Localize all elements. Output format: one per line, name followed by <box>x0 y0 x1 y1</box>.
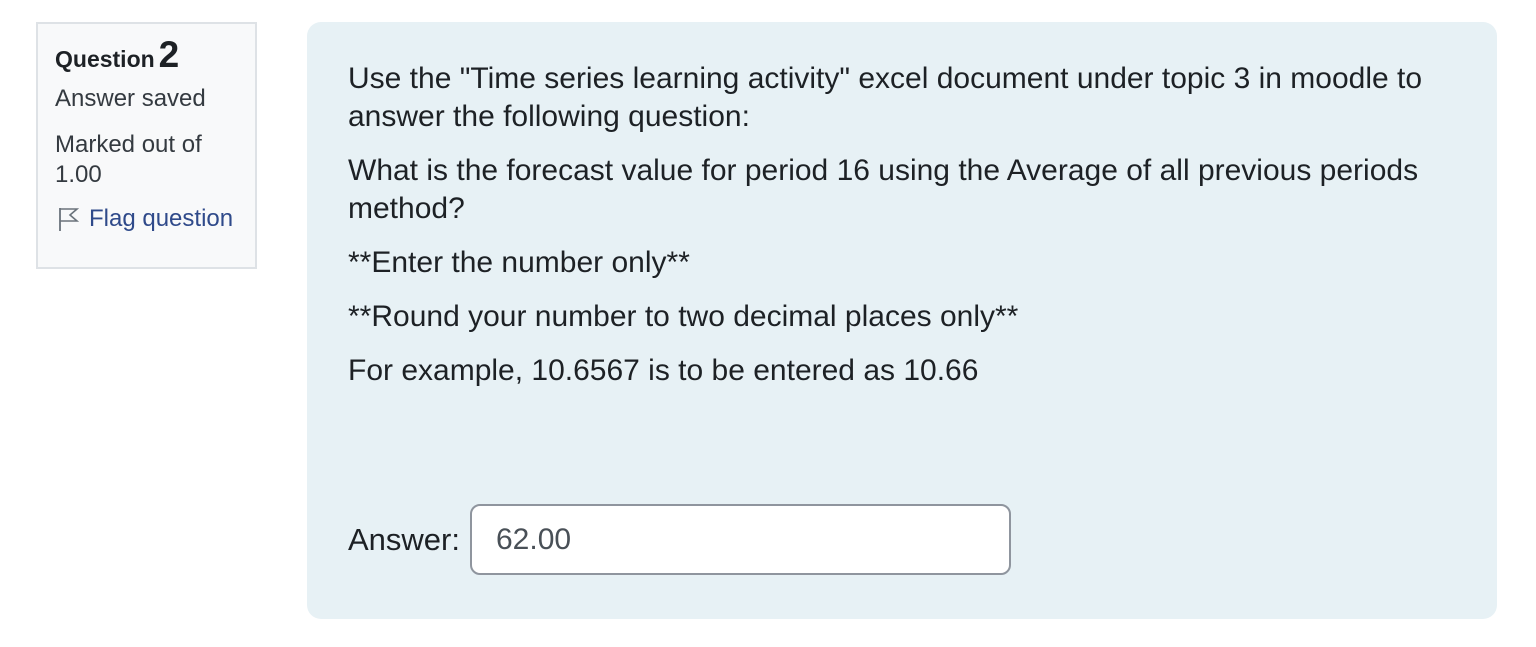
flag-question-link[interactable]: Flag question <box>55 204 239 234</box>
question-paragraph: **Round your number to two decimal place… <box>348 300 1019 333</box>
question-info-panel: Question 2 Answer saved Marked out of 1.0… <box>36 22 257 269</box>
answer-state: Answer saved <box>55 85 206 112</box>
question-heading: Question 2 <box>55 36 239 80</box>
question-paragraph: **Enter the number only** <box>348 246 690 279</box>
question-content: Use the "Time series learning activity" … <box>307 22 1497 619</box>
answer-row: Answer: <box>348 504 1011 575</box>
question-number: 2 <box>158 34 180 75</box>
answer-label: Answer: <box>348 521 460 557</box>
flag-question-label: Flag question <box>89 205 234 232</box>
question-paragraph: What is the forecast value for period 16… <box>348 154 1419 225</box>
flag-outline-icon <box>59 208 79 231</box>
question-paragraph: For example, 10.6567 is to be entered as… <box>348 354 979 387</box>
grade-info: Marked out of 1.00 <box>55 131 202 188</box>
question-paragraph: Use the "Time series learning activity" … <box>348 62 1423 133</box>
question-text: Use the "Time series learning activity" … <box>348 60 1457 390</box>
question-label: Question <box>55 46 155 72</box>
answer-input[interactable] <box>469 504 1011 575</box>
